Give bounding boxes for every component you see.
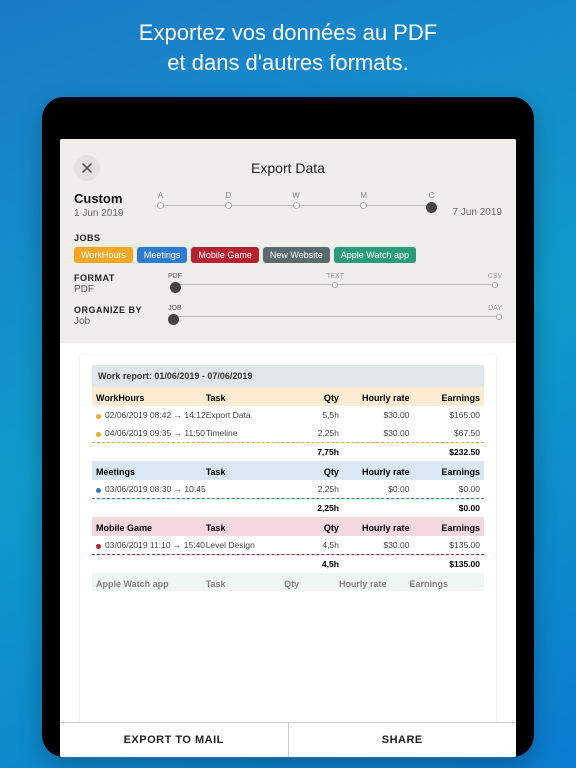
organize-slider[interactable]: JOB DAY [168, 305, 502, 325]
format-option-text[interactable]: TEXT [328, 273, 342, 293]
date-range-row: Custom 1 Jun 2019 A D W M C 7 Jun 2019 [74, 191, 502, 221]
promo-text: Exportez vos données au PDF et dans d'au… [0, 0, 576, 97]
job-chip[interactable]: Meetings [137, 247, 188, 263]
format-slider[interactable]: PDF TEXT CSV [168, 273, 502, 293]
organize-section-label: ORGANIZE BY [74, 305, 164, 315]
device-frame: Export Data Custom 1 Jun 2019 A D W M C 7 Ju… [42, 97, 534, 757]
job-chip[interactable]: WorkHours [74, 247, 133, 263]
report-row: 02/06/2019 08:42 → 14:12Export Data5,5h$… [92, 406, 484, 424]
report-group-header: WorkHoursTaskQtyHourly rateEarnings [92, 387, 484, 406]
organize-selected-value: Job [74, 316, 164, 327]
job-chip[interactable]: Apple Watch app [334, 247, 416, 263]
organize-option-job[interactable]: JOB [168, 305, 182, 325]
period-mark-d[interactable]: D [221, 191, 235, 213]
organize-option-day[interactable]: DAY [488, 305, 502, 325]
export-settings-pane: Export Data Custom 1 Jun 2019 A D W M C 7 Ju… [60, 139, 516, 343]
range-end-date: 7 Jun 2019 [453, 207, 503, 218]
format-selected-value: PDF [74, 284, 164, 295]
period-mark-m[interactable]: M [357, 191, 371, 213]
export-to-mail-button[interactable]: EXPORT TO MAIL [60, 723, 289, 757]
report-group-total: 2,25h$0.00 [92, 498, 484, 517]
report-group-header: MeetingsTaskQtyHourly rateEarnings [92, 461, 484, 480]
job-chips-row: WorkHoursMeetingsMobile GameNew WebsiteA… [74, 247, 502, 263]
jobs-section-label: JOBS [74, 233, 502, 243]
report-group-total: 4,5h$135.00 [92, 554, 484, 573]
format-section-label: FORMAT [74, 273, 164, 283]
modal-title: Export Data [74, 160, 502, 176]
range-start-date: 1 Jun 2019 [74, 208, 124, 219]
action-bar: EXPORT TO MAIL SHARE [60, 722, 516, 757]
report-group-total: 7,75h$232.50 [92, 442, 484, 461]
report-group-header: Mobile GameTaskQtyHourly rateEarnings [92, 517, 484, 536]
report-row: 04/06/2019 09:35 → 11:50Timeline2,25h$30… [92, 424, 484, 442]
report-title: Work report: 01/06/2019 - 07/06/2019 [92, 365, 484, 387]
period-mark-a[interactable]: A [154, 191, 168, 213]
period-mark-w[interactable]: W [289, 191, 303, 213]
format-option-pdf[interactable]: PDF [168, 273, 182, 293]
promo-line1: Exportez vos données au PDF [20, 18, 556, 48]
promo-line2: et dans d'autres formats. [20, 48, 556, 78]
job-chip[interactable]: Mobile Game [191, 247, 259, 263]
report-preview: Work report: 01/06/2019 - 07/06/2019 Wor… [60, 343, 516, 722]
range-label[interactable]: Custom [74, 191, 124, 206]
period-slider[interactable]: ADWMC [154, 191, 439, 221]
period-mark-c[interactable]: C [425, 191, 439, 213]
format-option-csv[interactable]: CSV [488, 273, 502, 293]
report-row: 03/06/2019 08:30 → 10:452,25h$0.00$0.00 [92, 480, 484, 498]
report-row: 03/06/2019 11:10 → 15:40Level Design4,5h… [92, 536, 484, 554]
app-screen: Export Data Custom 1 Jun 2019 A D W M C 7 Ju… [60, 139, 516, 757]
share-button[interactable]: SHARE [289, 723, 517, 757]
job-chip[interactable]: New Website [263, 247, 330, 263]
report-group-peek: Apple Watch appTaskQtyHourly rateEarning… [92, 573, 484, 591]
